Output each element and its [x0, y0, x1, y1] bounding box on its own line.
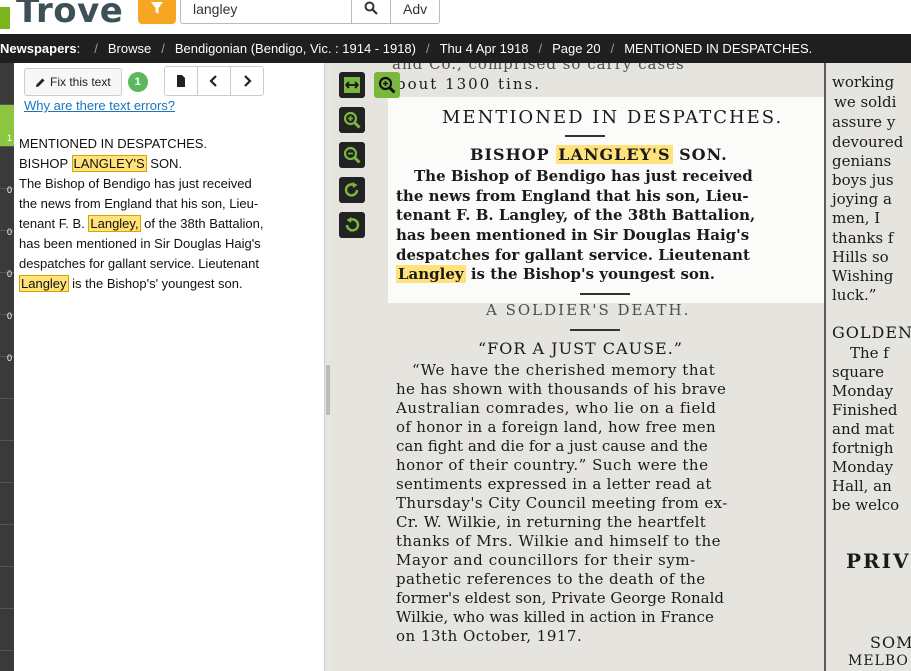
- search-highlight: LANGLEY'S: [71, 155, 147, 172]
- chevron-right-icon: [244, 75, 252, 87]
- fit-width-button[interactable]: [339, 72, 365, 98]
- filter-button[interactable]: [138, 0, 176, 24]
- zoom-tool-button[interactable]: [374, 72, 400, 98]
- previous-article-button[interactable]: [197, 66, 231, 96]
- strip-tab-5[interactable]: 0: [0, 273, 14, 321]
- rotate-left-icon: [345, 217, 360, 232]
- zoom-out-button[interactable]: [339, 142, 365, 168]
- rotate-right-icon: [344, 182, 359, 197]
- zoom-tool-icon: [378, 76, 396, 94]
- side-tab-strip: 1 0 0 0 0 0: [0, 63, 14, 671]
- ocr-text-panel: Fix this text 1 Why are there text error…: [14, 63, 325, 671]
- strip-tab-4[interactable]: 0: [0, 231, 14, 279]
- breadcrumb: Newspapers: / Browse / Bendigonian (Bend…: [0, 34, 911, 63]
- logo-mark-icon: [0, 7, 10, 29]
- strip-tab-11[interactable]: [0, 525, 14, 567]
- article-nav: [164, 66, 264, 96]
- strip-tab-7[interactable]: [0, 357, 14, 399]
- search-highlight: Langley: [19, 275, 69, 292]
- strip-tab-8[interactable]: [0, 399, 14, 441]
- advanced-search-button[interactable]: Adv: [390, 0, 440, 24]
- strip-tab-1[interactable]: 1: [0, 105, 14, 147]
- strip-tab-12[interactable]: [0, 567, 14, 609]
- breadcrumb-title[interactable]: Bendigonian (Bendigo, Vic. : 1914 - 1918…: [175, 41, 416, 56]
- zoom-in-button[interactable]: [339, 107, 365, 133]
- strip-tab-6[interactable]: 0: [0, 315, 14, 363]
- breadcrumb-page[interactable]: Page 20: [552, 41, 600, 56]
- next-article-button[interactable]: [230, 66, 264, 96]
- breadcrumb-root[interactable]: Newspapers: [0, 41, 77, 56]
- trove-logo[interactable]: Trove: [0, 0, 124, 31]
- article-text: MENTIONED IN DESPATCHES. BISHOP LANGLEY'…: [19, 134, 294, 294]
- search-highlight: Langley,: [88, 215, 141, 232]
- filter-icon: [151, 2, 163, 14]
- search-input[interactable]: langley: [180, 0, 352, 24]
- breadcrumb-article: MENTIONED IN DESPATCHES.: [624, 41, 813, 56]
- text-errors-link[interactable]: Why are there text errors?: [24, 98, 175, 113]
- chevron-left-icon: [209, 75, 217, 87]
- strip-tab-0[interactable]: [0, 63, 14, 105]
- newspaper-page-image: and Co., comprised so carry cases bout 1…: [330, 63, 911, 671]
- breadcrumb-browse[interactable]: Browse: [108, 41, 151, 56]
- rotate-right-button[interactable]: [339, 177, 365, 203]
- breadcrumb-issue[interactable]: Thu 4 Apr 1918: [440, 41, 529, 56]
- search-icon: [364, 1, 378, 15]
- zoom-out-icon: [343, 146, 361, 164]
- pencil-icon: [36, 78, 45, 87]
- document-icon: [177, 75, 185, 87]
- paper-heading: MENTIONED IN DESPATCHES.: [442, 107, 784, 128]
- strip-tab-10[interactable]: [0, 483, 14, 525]
- strip-tab-9[interactable]: [0, 441, 14, 483]
- newspaper-image-viewer[interactable]: and Co., comprised so carry cases bout 1…: [330, 63, 911, 671]
- rotate-left-button[interactable]: [339, 212, 365, 238]
- zoom-in-icon: [343, 111, 361, 129]
- site-header: Trove langley Adv: [0, 0, 911, 34]
- logo-text: Trove: [16, 0, 124, 31]
- strip-tab-2[interactable]: 0: [0, 147, 14, 195]
- fit-width-icon: [344, 77, 360, 93]
- search-button[interactable]: [351, 0, 391, 24]
- correction-count-badge: 1: [127, 72, 148, 92]
- fix-text-button[interactable]: Fix this text: [24, 68, 122, 96]
- strip-tab-13[interactable]: [0, 609, 14, 651]
- page-view-button[interactable]: [164, 66, 198, 96]
- column-rule: [824, 63, 826, 671]
- strip-tab-3[interactable]: 0: [0, 189, 14, 237]
- article-heading: MENTIONED IN DESPATCHES.: [19, 136, 208, 151]
